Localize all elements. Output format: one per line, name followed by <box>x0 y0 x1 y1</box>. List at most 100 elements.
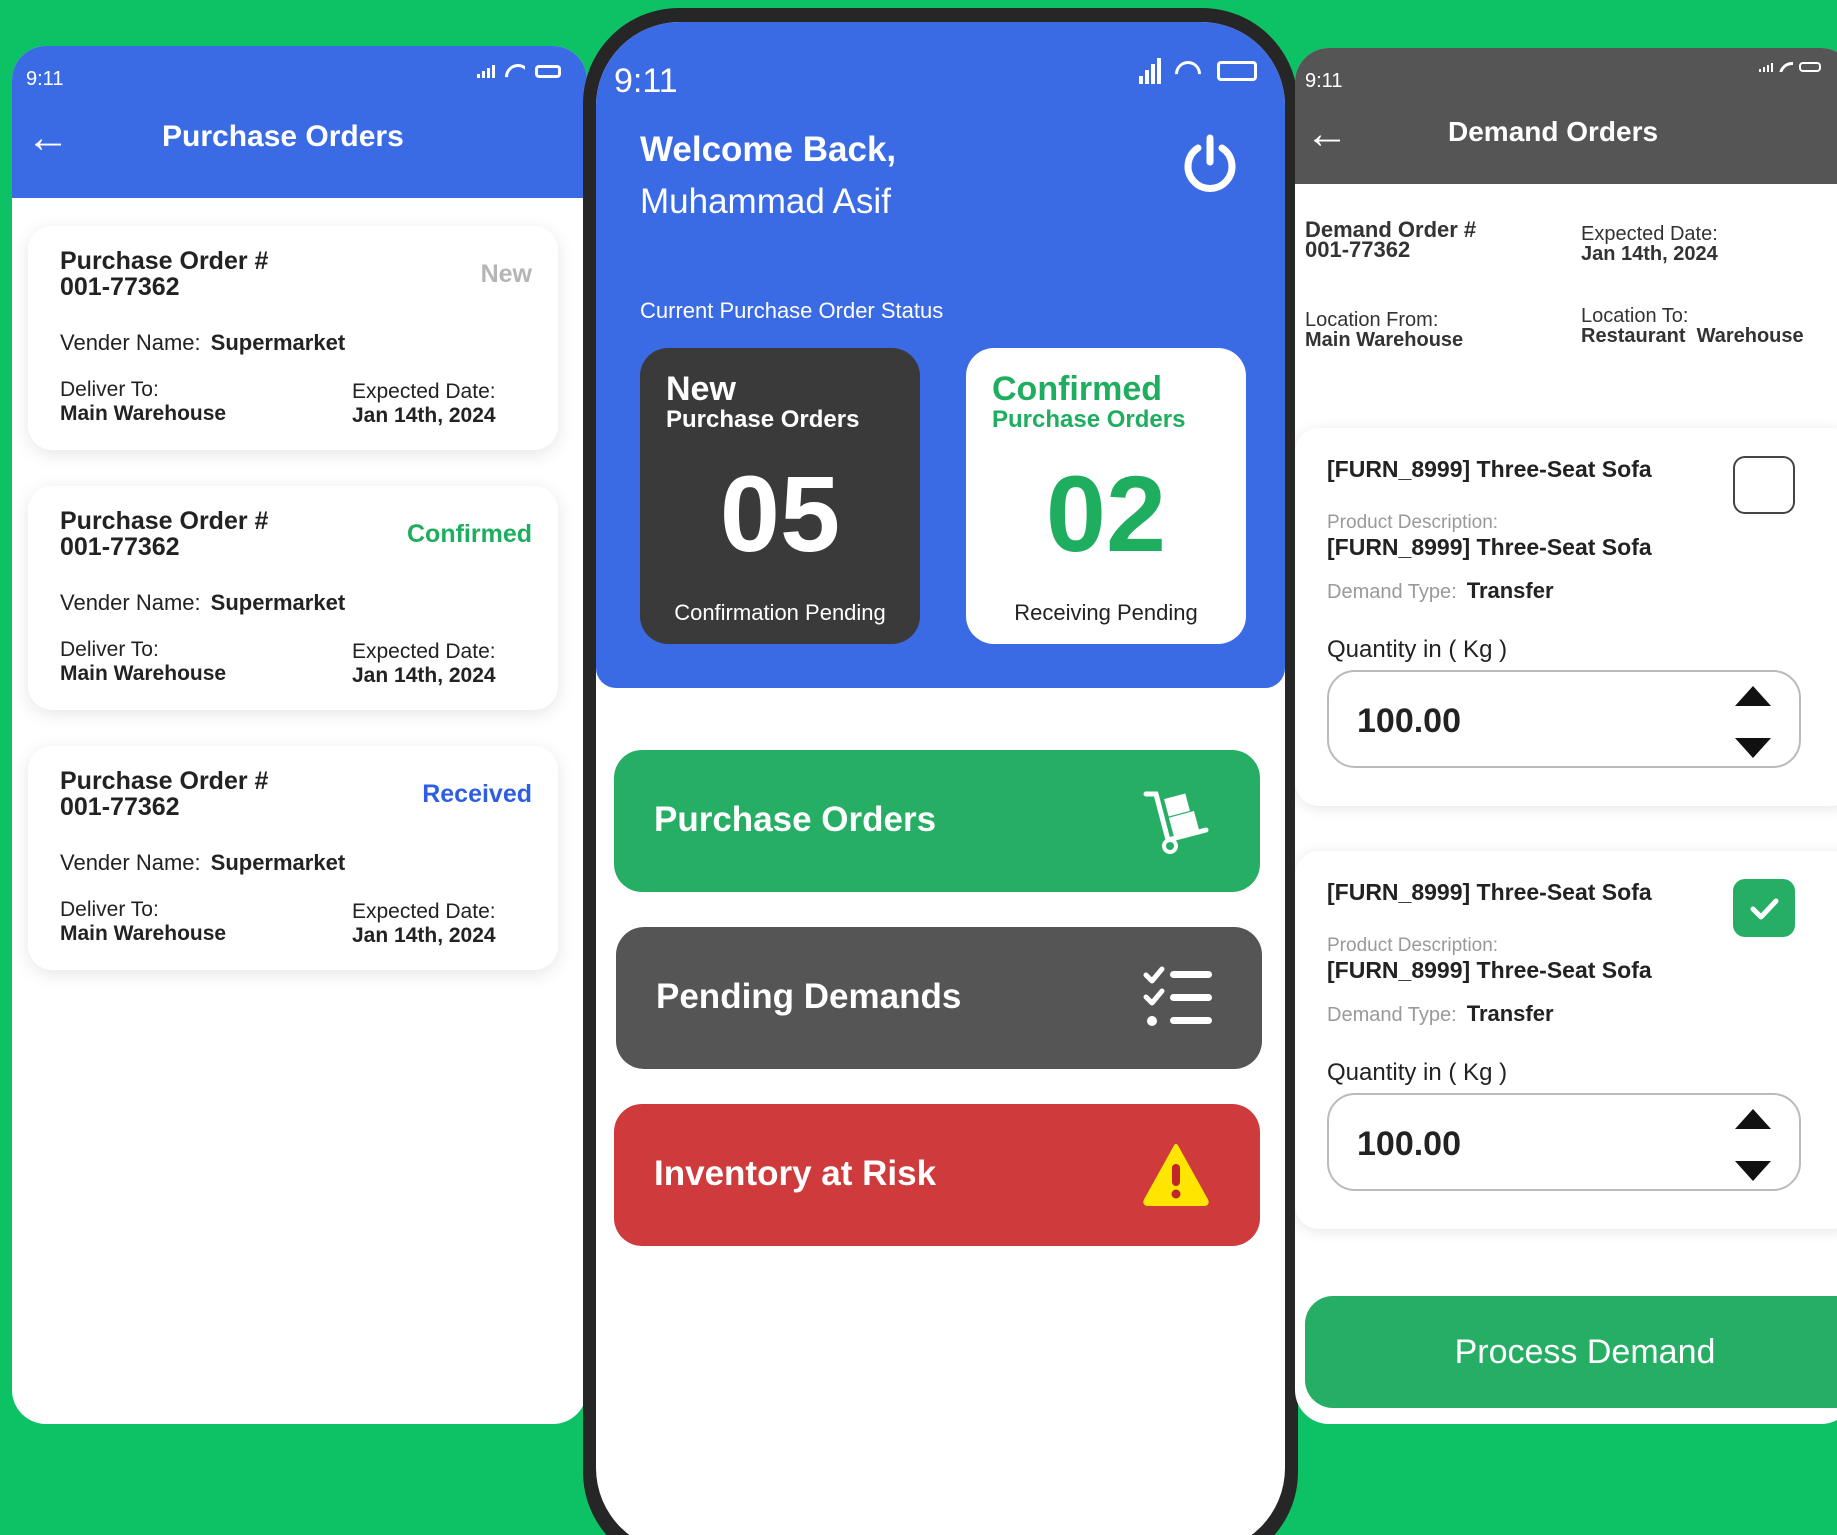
field-value: Jan 14th, 2024 <box>1581 243 1718 265</box>
vendor-label: Vender Name: <box>60 850 201 875</box>
purchase-order-card[interactable]: Purchase Order #001-77362 New Vender Name:… <box>28 226 558 450</box>
vendor-row: Vender Name: Supermarket <box>60 330 345 356</box>
order-number-value: 001-77362 <box>60 793 180 821</box>
status-badge: Received <box>422 780 532 808</box>
confirmed-count: 02 <box>1045 453 1167 574</box>
card-footer: Confirmation Pending <box>674 600 886 625</box>
confirmed-orders-card[interactable]: Confirmed Purchase Orders 02 Receiving P… <box>966 348 1246 644</box>
demand-type: Demand Type: Transfer <box>1327 1001 1554 1027</box>
status-caption: Current Purchase Order Status <box>640 298 944 323</box>
increment-arrow-icon[interactable] <box>1735 686 1771 706</box>
purchase-orders-screen: 9:11 ← Purchase Orders Purchase Order #0… <box>12 46 587 1424</box>
purchase-order-card[interactable]: Purchase Order #001-77362 Confirmed Vender… <box>28 486 558 710</box>
description-label: Product Description: <box>1327 512 1499 533</box>
expected-value: Jan 14th, 2024 <box>352 664 496 687</box>
description-value: [FURN_8999] Three-Seat Sofa <box>1327 534 1652 560</box>
quantity-stepper[interactable]: 100.00 <box>1327 670 1801 768</box>
product-name: [FURN_8999] Three-Seat Sofa <box>1327 879 1652 905</box>
increment-arrow-icon[interactable] <box>1735 1109 1771 1129</box>
status-badge: New <box>480 260 532 288</box>
expected-value: Jan 14th, 2024 <box>352 404 496 427</box>
card-subtitle: Purchase Orders <box>992 406 1186 433</box>
vendor-value: Supermarket <box>210 330 346 355</box>
decrement-arrow-icon[interactable] <box>1735 1161 1771 1181</box>
status-icons <box>1139 58 1257 84</box>
order-number-label: Purchase Order # <box>60 247 269 275</box>
wifi-icon <box>505 64 525 78</box>
status-badge: Confirmed <box>407 520 532 548</box>
item-checkbox[interactable] <box>1733 456 1795 514</box>
pending-demands-button[interactable]: Pending Demands <box>616 927 1262 1069</box>
decrement-arrow-icon[interactable] <box>1735 738 1771 758</box>
description-value: [FURN_8999] Three-Seat Sofa <box>1327 957 1652 983</box>
field-label: Location To: <box>1581 305 1689 327</box>
checklist-icon <box>1143 966 1212 1026</box>
field-value: 001-77362 <box>1305 237 1411 262</box>
deliver-value: Main Warehouse <box>60 922 227 945</box>
purchase-orders-button[interactable]: Purchase Orders <box>614 750 1260 892</box>
quantity-value: 100.00 <box>1357 702 1461 740</box>
expected-date: Expected Date: Jan 14th, 2024 <box>352 640 496 688</box>
deliver-label: Deliver To: <box>60 638 159 661</box>
signal-icon <box>1759 62 1773 72</box>
expected-value: Jan 14th, 2024 <box>352 924 496 947</box>
card-footer: Receiving Pending <box>1014 600 1198 625</box>
inventory-risk-button[interactable]: Inventory at Risk <box>614 1104 1260 1246</box>
order-number-label: Purchase Order # <box>60 767 269 795</box>
purchase-order-card[interactable]: Purchase Order #001-77362 Received Vender … <box>28 746 558 970</box>
card-subtitle: Purchase Orders <box>666 406 860 433</box>
deliver-value: Main Warehouse <box>60 662 227 685</box>
order-number: Purchase Order #001-77362 <box>60 508 268 560</box>
back-arrow-icon[interactable]: ← <box>26 116 70 160</box>
back-arrow-icon[interactable]: ← <box>1305 112 1349 156</box>
expected-label: Expected Date: <box>352 380 496 403</box>
status-time: 9:11 <box>1305 70 1343 92</box>
deliver-to: Deliver To: Main Warehouse <box>60 638 226 686</box>
order-number-label: Purchase Order # <box>60 507 269 535</box>
quantity-stepper[interactable]: 100.00 <box>1327 1093 1801 1191</box>
process-demand-button[interactable]: Process Demand <box>1305 1296 1837 1408</box>
demand-item-card: [FURN_8999] Three-Seat Sofa Product Descr… <box>1295 428 1837 806</box>
button-label: Purchase Orders <box>654 800 937 839</box>
expected-label: Expected Date: <box>352 640 496 663</box>
demand-type-label: Demand Type: <box>1327 581 1457 603</box>
demand-expected-date: Expected Date: Jan 14th, 2024 <box>1581 224 1718 264</box>
deliver-label: Deliver To: <box>60 378 159 401</box>
dashboard-header: 9:11 Welcome Back, Muhammad Asif Current… <box>596 22 1285 688</box>
dashboard-screen: 9:11 Welcome Back, Muhammad Asif Current… <box>596 22 1285 1535</box>
demand-type-label: Demand Type: <box>1327 1004 1457 1026</box>
field-label: Location From: <box>1305 309 1439 331</box>
status-time: 9:11 <box>26 68 64 90</box>
deliver-to: Deliver To: Main Warehouse <box>60 378 226 426</box>
page-title: Purchase Orders <box>162 120 404 153</box>
order-number: Purchase Order #001-77362 <box>60 248 268 300</box>
power-icon[interactable] <box>1180 134 1240 194</box>
item-checkbox[interactable] <box>1733 879 1795 937</box>
demand-orders-header: 9:11 ← Demand Orders <box>1295 48 1837 184</box>
new-orders-card[interactable]: New Purchase Orders 05 Confirmation Pend… <box>640 348 920 644</box>
battery-icon <box>535 64 561 78</box>
vendor-label: Vender Name: <box>60 590 201 615</box>
checkmark-icon <box>1750 898 1779 920</box>
quantity-value: 100.00 <box>1357 1125 1461 1163</box>
wifi-icon <box>1175 61 1203 81</box>
signal-icon <box>477 64 495 78</box>
field-value: Restaurant Warehouse <box>1581 325 1804 347</box>
phone-frame: 9:11 Welcome Back, Muhammad Asif Current… <box>583 8 1298 1535</box>
field-label: Expected Date: <box>1581 223 1718 245</box>
location-to: Location To: Restaurant Warehouse <box>1581 306 1804 346</box>
order-number-value: 001-77362 <box>60 273 180 301</box>
location-from: Location From: Main Warehouse <box>1305 310 1463 350</box>
product-name: [FURN_8999] Three-Seat Sofa <box>1327 456 1652 482</box>
vendor-value: Supermarket <box>210 850 346 875</box>
battery-icon <box>1217 61 1257 81</box>
new-count: 05 <box>719 453 841 574</box>
expected-date: Expected Date: Jan 14th, 2024 <box>352 900 496 948</box>
status-icons <box>477 64 561 78</box>
card-title: Confirmed <box>992 370 1162 408</box>
vendor-value: Supermarket <box>210 590 346 615</box>
deliver-value: Main Warehouse <box>60 402 227 425</box>
status-time: 9:11 <box>614 62 678 100</box>
demand-type-value: Transfer <box>1466 1001 1554 1026</box>
deliver-to: Deliver To: Main Warehouse <box>60 898 226 946</box>
